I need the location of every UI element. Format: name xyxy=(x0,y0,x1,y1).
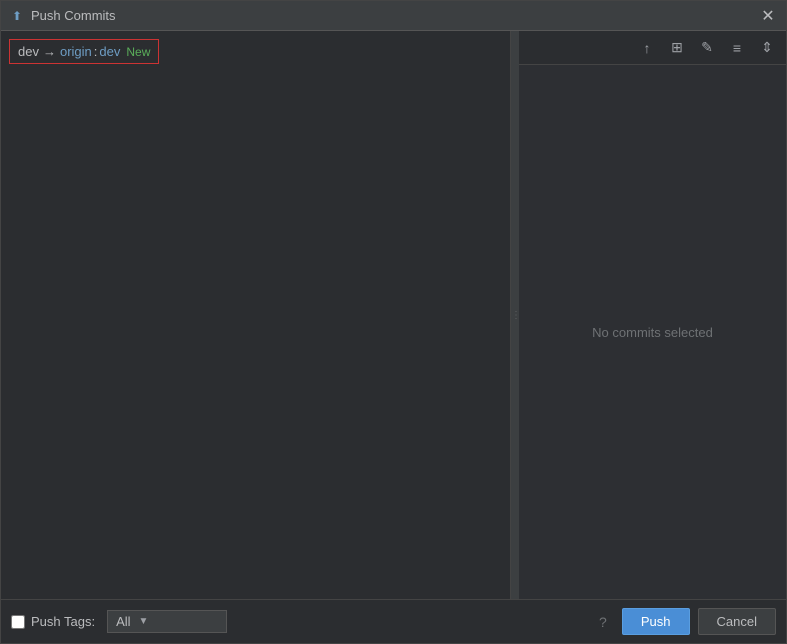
push-tags-container: Push Tags: All ▼ xyxy=(11,610,227,633)
right-toolbar: ↑ ⊞ ✎ ≡ ⇕ xyxy=(519,31,786,65)
window-title: Push Commits xyxy=(31,8,758,23)
branch-colon: : xyxy=(94,44,98,59)
close-button[interactable]: ✕ xyxy=(758,6,778,26)
help-symbol: ? xyxy=(599,614,607,630)
branch-arrow: → xyxy=(43,44,56,59)
right-panel: ↑ ⊞ ✎ ≡ ⇕ No commits selected xyxy=(519,31,786,599)
branch-local: dev xyxy=(18,44,39,59)
bottom-actions: ? Push Cancel xyxy=(592,608,776,635)
branch-remote: origin xyxy=(60,44,92,59)
push-tags-label: Push Tags: xyxy=(31,614,95,629)
branch-row[interactable]: dev → origin : dev New xyxy=(9,39,159,64)
cancel-button[interactable]: Cancel xyxy=(698,608,776,635)
window-icon: ⬆ xyxy=(9,8,25,24)
push-toolbar-icon[interactable]: ↑ xyxy=(636,37,658,59)
no-commits-text: No commits selected xyxy=(592,325,713,340)
bottom-bar: Push Tags: All ▼ ? Push Cancel xyxy=(1,599,786,643)
push-tags-checkbox[interactable] xyxy=(11,615,25,629)
commits-empty-area: No commits selected xyxy=(519,65,786,599)
edit-toolbar-icon[interactable]: ✎ xyxy=(696,37,718,59)
push-commits-window: ⬆ Push Commits ✕ dev → origin : dev New … xyxy=(0,0,787,644)
left-panel: dev → origin : dev New xyxy=(1,31,511,599)
tags-dropdown[interactable]: All ▼ xyxy=(107,610,227,633)
title-bar: ⬆ Push Commits ✕ xyxy=(1,1,786,31)
expand-toolbar-icon[interactable]: ⇕ xyxy=(756,37,778,59)
panel-divider[interactable]: ⋮ xyxy=(511,31,519,599)
branch-new-badge: New xyxy=(126,45,150,59)
dropdown-arrow-icon: ▼ xyxy=(139,616,149,627)
content-area: dev → origin : dev New ⋮ ↑ ⊞ ✎ xyxy=(1,31,786,643)
help-icon[interactable]: ? xyxy=(592,611,614,633)
tags-dropdown-value: All xyxy=(116,614,130,629)
main-panel: dev → origin : dev New ⋮ ↑ ⊞ ✎ xyxy=(1,31,786,599)
branch-target: dev xyxy=(99,44,120,59)
grid-toolbar-icon[interactable]: ⊞ xyxy=(666,37,688,59)
align-toolbar-icon[interactable]: ≡ xyxy=(726,37,748,59)
push-button[interactable]: Push xyxy=(622,608,690,635)
